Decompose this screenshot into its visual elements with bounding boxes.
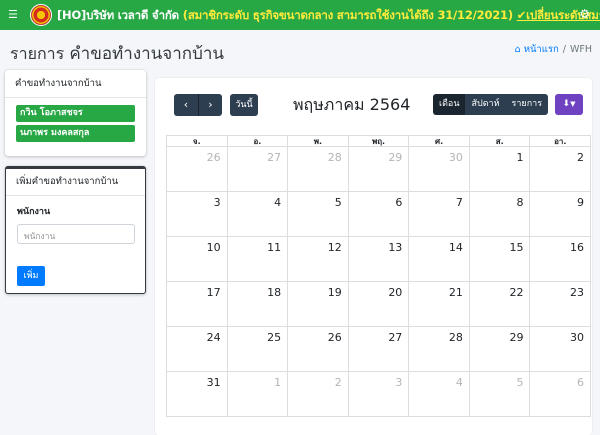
calendar-day-cell[interactable]: 25 — [228, 327, 289, 371]
calendar-day-cell[interactable]: 1 — [228, 372, 289, 416]
calendar-day-cell[interactable]: 17 — [166, 282, 228, 326]
calendar-grid: จ. อ. พ. พฤ. ศ. ส. อา. 26 27 28 29 30 1 2 3 4 5 6 7… — [166, 135, 592, 417]
breadcrumb-current: WFH — [569, 44, 592, 55]
page-title: รายการ คำขอทำงานจากบ้าน — [10, 40, 224, 67]
calendar-day-cell[interactable]: 23 — [530, 282, 592, 326]
employee-button[interactable]: กวิน โอภาสชจร — [16, 105, 135, 122]
calendar-week-row: 24 25 26 27 28 29 30 — [166, 327, 592, 372]
month-title: พฤษภาคม 2564 — [293, 95, 411, 114]
calendar-day-cell[interactable]: 2 — [530, 147, 592, 191]
calendar-week-row: 17 18 19 20 21 22 23 — [166, 282, 592, 327]
weekday-label: พ. — [288, 136, 349, 146]
prev-month-button[interactable]: ‹ — [174, 94, 198, 116]
calendar-day-cell[interactable]: 15 — [470, 237, 531, 281]
membership-info: (สมาชิกระดับ ธุรกิจขนาดกลาง สามารถใช้งาน… — [182, 8, 513, 22]
calendar-day-cell[interactable]: 31 — [166, 372, 228, 416]
view-month-button[interactable]: เดือน — [433, 94, 466, 115]
calendar-day-cell[interactable]: 22 — [470, 282, 531, 326]
wfh-list-card-title: คำขอทำงานจากบ้าน — [5, 70, 146, 98]
calendar-day-cell[interactable]: 18 — [228, 282, 289, 326]
calendar-day-cell[interactable]: 29 — [349, 147, 410, 191]
add-wfh-card: เพิ่มคำขอทำงานจากบ้าน พนักงาน พนักงาน เพ… — [5, 166, 146, 294]
calendar-week-row: 10 11 12 13 14 15 16 — [166, 237, 592, 282]
calendar-day-cell[interactable]: 5 — [470, 372, 531, 416]
calendar-week-row: 26 27 28 29 30 1 2 — [166, 147, 592, 192]
breadcrumb: ⌂ หน้าแรก / WFH — [515, 42, 592, 57]
calendar-day-cell[interactable]: 28 — [288, 147, 349, 191]
breadcrumb-separator: / — [562, 44, 566, 55]
calendar-day-cell[interactable]: 14 — [409, 237, 470, 281]
employee-button[interactable]: นภาพร มงคลสกุล — [16, 125, 135, 142]
calendar-day-cell[interactable]: 5 — [288, 192, 349, 236]
download-icon: ⬇ — [562, 99, 571, 109]
gear-icon[interactable]: ⚙ — [579, 7, 590, 21]
page-title-prefix: รายการ — [10, 44, 65, 63]
calendar-card: ‹ › วันนี้ พฤษภาคม 2564 เดือน สัปดาห์ รา… — [155, 78, 592, 435]
calendar-day-cell[interactable]: 8 — [470, 192, 531, 236]
calendar-day-cell[interactable]: 20 — [349, 282, 410, 326]
employee-input[interactable]: พนักงาน — [17, 224, 135, 244]
chevron-right-icon: › — [208, 98, 213, 111]
add-wfh-card-title: เพิ่มคำขอทำงานจากบ้าน — [6, 167, 145, 196]
calendar-day-cell[interactable]: 12 — [288, 237, 349, 281]
view-week-button[interactable]: สัปดาห์ — [465, 94, 506, 115]
calendar-weeks: 26 27 28 29 30 1 2 3 4 5 6 7 8 9 10 11 12 13 14 15 16 17 18 19 2… — [166, 147, 592, 417]
download-dropdown-button[interactable]: ⬇▼ — [555, 94, 583, 115]
calendar-day-cell[interactable]: 4 — [409, 372, 470, 416]
calendar-day-cell[interactable]: 6 — [349, 192, 410, 236]
company-logo — [30, 4, 52, 26]
calendar-day-cell[interactable]: 24 — [166, 327, 228, 371]
weekday-label: จ. — [166, 136, 228, 146]
calendar-day-cell[interactable]: 21 — [409, 282, 470, 326]
calendar-week-row: 31 1 2 3 4 5 6 — [166, 372, 592, 417]
calendar-day-cell[interactable]: 26 — [166, 147, 228, 191]
page-title-main: คำขอทำงานจากบ้าน — [69, 44, 225, 64]
calendar-day-cell[interactable]: 28 — [409, 327, 470, 371]
calendar-day-cell[interactable]: 30 — [530, 327, 592, 371]
calendar-day-cell[interactable]: 1 — [470, 147, 531, 191]
weekday-header: จ. อ. พ. พฤ. ศ. ส. อา. — [166, 135, 592, 147]
calendar-day-cell[interactable]: 26 — [288, 327, 349, 371]
calendar-day-cell[interactable]: 6 — [530, 372, 592, 416]
chevron-left-icon: ‹ — [183, 98, 189, 111]
calendar-day-cell[interactable]: 27 — [228, 147, 289, 191]
calendar-week-row: 3456789 — [166, 192, 592, 237]
calendar-day-cell[interactable]: 27 — [349, 327, 410, 371]
weekday-label: ศ. — [409, 136, 470, 146]
weekday-label: อา. — [530, 136, 592, 146]
caret-down-icon: ▼ — [570, 100, 576, 108]
company-name: [HO]บริษัท เวลาดี จำกัด — [57, 8, 179, 22]
calendar-day-cell[interactable]: 4 — [228, 192, 289, 236]
view-list-button[interactable]: รายการ — [505, 94, 549, 115]
view-switcher: เดือน สัปดาห์ รายการ — [433, 94, 549, 115]
calendar-day-cell[interactable]: 3 — [349, 372, 410, 416]
today-button[interactable]: วันนี้ — [230, 94, 258, 116]
calendar-day-cell[interactable]: 11 — [228, 237, 289, 281]
breadcrumb-home[interactable]: ⌂ หน้าแรก — [515, 44, 559, 55]
calendar-day-cell[interactable]: 19 — [288, 282, 349, 326]
weekday-label: อ. — [228, 136, 289, 146]
wfh-list-card: คำขอทำงานจากบ้าน กวิน โอภาสชจร นภาพร มงค… — [5, 70, 146, 156]
calendar-day-cell[interactable]: 13 — [349, 237, 410, 281]
calendar-day-cell[interactable]: 30 — [409, 147, 470, 191]
calendar-day-cell[interactable]: 9 — [530, 192, 592, 236]
calendar-day-cell[interactable]: 10 — [166, 237, 228, 281]
calendar-day-cell[interactable]: 3 — [166, 192, 228, 236]
calendar-day-cell[interactable]: 29 — [470, 327, 531, 371]
home-icon: ⌂ — [514, 44, 521, 55]
weekday-label: พฤ. — [349, 136, 410, 146]
hamburger-icon[interactable]: ☰ — [8, 8, 18, 22]
calendar-day-cell[interactable]: 16 — [530, 237, 592, 281]
add-button[interactable]: เพิ่ม — [17, 266, 45, 286]
company-title: [HO]บริษัท เวลาดี จำกัด (สมาชิกระดับ ธุร… — [57, 7, 600, 25]
top-navbar: ☰ [HO]บริษัท เวลาดี จำกัด (สมาชิกระดับ ธ… — [0, 0, 600, 30]
next-month-button[interactable]: › — [198, 94, 222, 116]
weekday-label: ส. — [470, 136, 531, 146]
calendar-day-cell[interactable]: 7 — [409, 192, 470, 236]
employee-label: พนักงาน — [17, 207, 51, 217]
calendar-day-cell[interactable]: 2 — [288, 372, 349, 416]
